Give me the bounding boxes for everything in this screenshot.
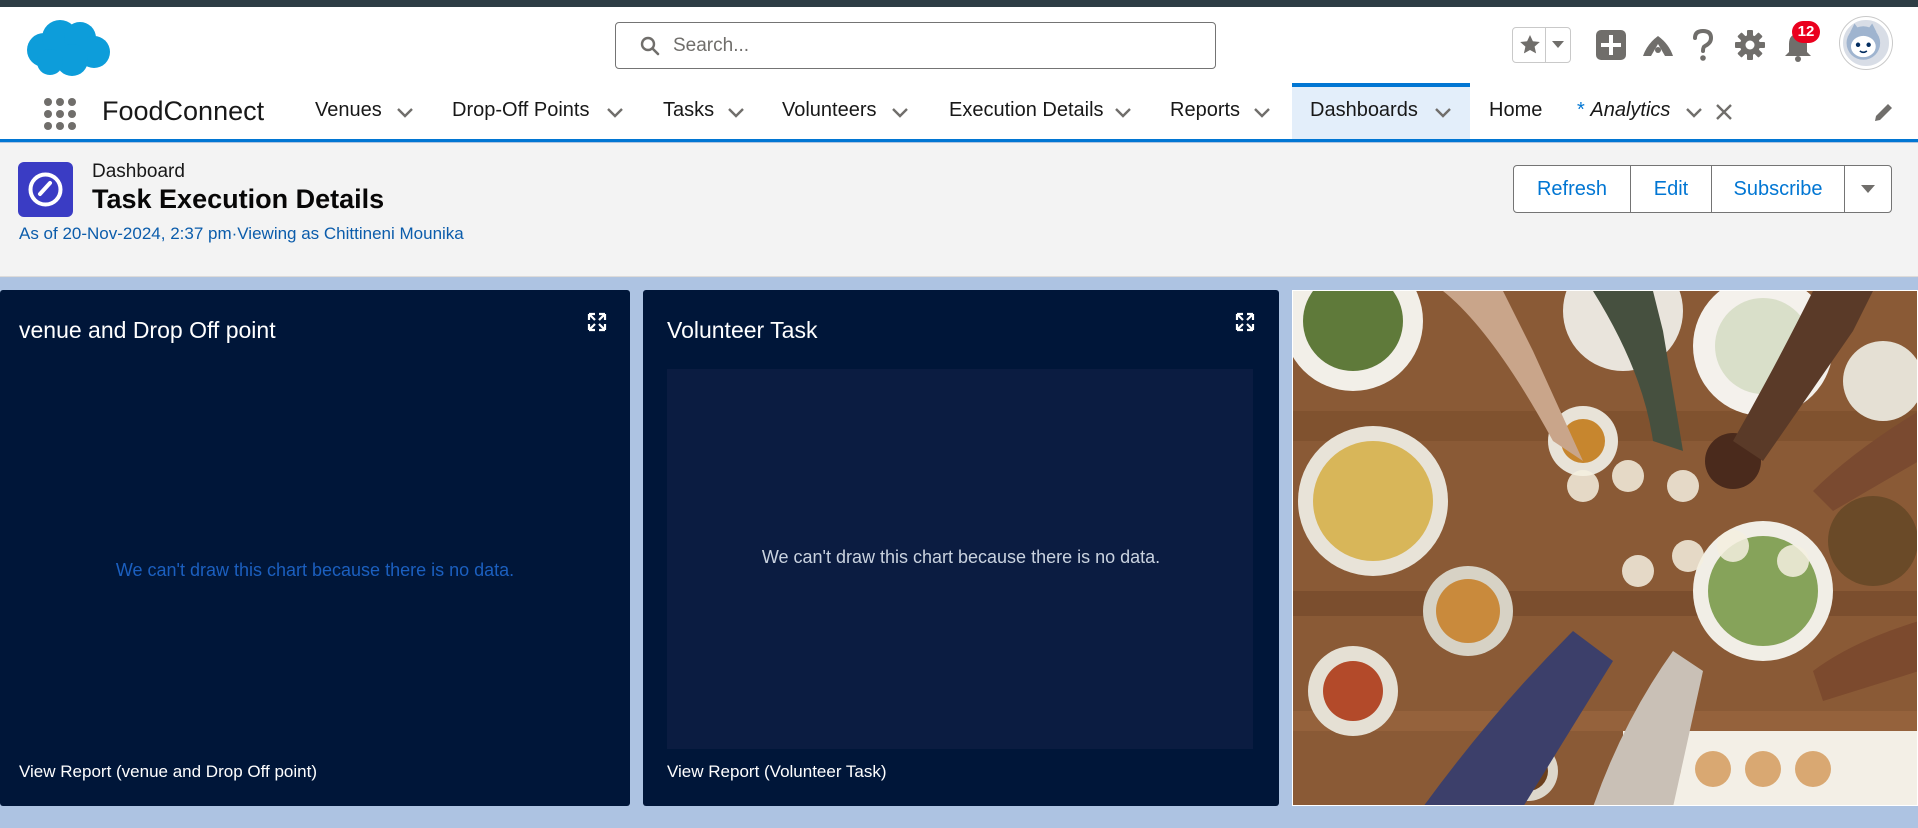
edit-nav-pencil-icon[interactable]: [1872, 100, 1896, 124]
nav-tab-analytics[interactable]: * Analytics: [1570, 83, 1750, 139]
expand-icon[interactable]: [1235, 312, 1255, 332]
nav-tab-tasks[interactable]: Tasks: [648, 83, 758, 139]
nav-tab-execution-details[interactable]: Execution Details: [934, 83, 1140, 139]
dashboard-record-icon: [18, 162, 73, 217]
food-table-illustration: [1293, 291, 1917, 805]
nav-tab-reports[interactable]: Reports: [1155, 83, 1282, 139]
chevron-down-icon[interactable]: [604, 101, 626, 123]
chevron-down-icon[interactable]: [394, 101, 416, 123]
view-report-link[interactable]: View Report (Volunteer Task): [667, 762, 887, 782]
view-report-link[interactable]: View Report (venue and Drop Off point): [19, 762, 317, 782]
nav-tab-label-wrap: * Analytics: [1577, 99, 1670, 122]
dashboard-canvas: venue and Drop Off point We can't draw t…: [0, 278, 1918, 828]
chevron-down-icon[interactable]: [1432, 101, 1454, 123]
food-table-image: [1292, 290, 1918, 806]
dashboard-meta: As of 20-Nov-2024, 2:37 pm·Viewing as Ch…: [19, 224, 464, 243]
favorites-dropdown-icon[interactable]: [1551, 40, 1565, 50]
app-navigation-bar: FoodConnect Venues Drop-Off Points Tasks…: [0, 83, 1918, 142]
nav-tab-home[interactable]: Home: [1475, 83, 1560, 139]
record-type-label: Dashboard: [92, 161, 185, 182]
nav-tab-venues[interactable]: Venues: [300, 83, 430, 139]
nav-tab-label: Home: [1489, 99, 1543, 121]
refresh-button[interactable]: Refresh: [1513, 165, 1631, 213]
nav-tab-dashboards[interactable]: Dashboards: [1292, 83, 1470, 139]
nav-tab-label: Venues: [315, 99, 382, 121]
favorites-group: [1512, 27, 1571, 63]
nav-tab-label: Analytics: [1590, 99, 1671, 121]
page-title: Task Execution Details: [92, 184, 385, 214]
nav-tab-label: Execution Details: [949, 99, 1104, 121]
help-icon[interactable]: [1690, 28, 1716, 62]
no-data-message: We can't draw this chart because there i…: [761, 547, 1161, 567]
nav-tab-label: Tasks: [663, 99, 715, 121]
chevron-down-icon[interactable]: [1683, 101, 1705, 123]
global-search[interactable]: [615, 22, 1216, 69]
dashboard-widget: venue and Drop Off point We can't draw t…: [0, 290, 630, 806]
gauge-icon: [28, 172, 63, 207]
nav-tab-label: Reports: [1170, 99, 1241, 121]
dashboard-actions: Refresh Edit Subscribe: [1513, 165, 1892, 213]
more-actions-button[interactable]: [1844, 165, 1892, 213]
astro-avatar-icon: [1846, 23, 1881, 60]
global-actions-icon[interactable]: [1595, 29, 1627, 61]
app-name: FoodConnect: [102, 96, 265, 126]
widget-title: venue and Drop Off point: [19, 317, 276, 343]
salesforce-logo[interactable]: [22, 16, 112, 80]
global-header: 12: [0, 7, 1918, 83]
search-icon: [640, 36, 660, 56]
chevron-down-icon[interactable]: [1251, 101, 1273, 123]
chevron-down-icon: [1861, 185, 1875, 193]
edit-button[interactable]: Edit: [1630, 165, 1712, 213]
nav-tab-label: Drop-Off Points: [452, 99, 590, 121]
search-input[interactable]: [673, 31, 1193, 60]
app-launcher-icon[interactable]: [42, 96, 78, 132]
nav-tab-label: Volunteers: [782, 99, 877, 121]
chevron-down-icon[interactable]: [725, 101, 747, 123]
unsaved-indicator: *: [1577, 99, 1585, 121]
favorites-divider: [1545, 28, 1546, 62]
notification-count-badge: 12: [1792, 21, 1820, 43]
setup-gear-icon[interactable]: [1735, 30, 1765, 60]
user-avatar[interactable]: [1840, 17, 1892, 69]
window-top-strip: [0, 0, 1918, 7]
star-icon[interactable]: [1518, 33, 1542, 57]
nav-tab-volunteers[interactable]: Volunteers: [767, 83, 927, 139]
nav-tab-label: Dashboards: [1310, 99, 1418, 121]
chevron-down-icon[interactable]: [1112, 101, 1134, 123]
chevron-down-icon[interactable]: [889, 101, 911, 123]
subscribe-button[interactable]: Subscribe: [1711, 165, 1845, 213]
trailhead-icon[interactable]: [1641, 30, 1675, 60]
expand-icon[interactable]: [587, 312, 607, 332]
widget-title: Volunteer Task: [667, 317, 818, 343]
nav-tab-drop-off-points[interactable]: Drop-Off Points: [437, 83, 633, 139]
dashboard-header: Dashboard Task Execution Details As of 2…: [0, 143, 1918, 277]
no-data-message: We can't draw this chart because there i…: [115, 560, 515, 580]
close-icon[interactable]: [1713, 101, 1735, 123]
dashboard-widget: Volunteer Task We can't draw this chart …: [643, 290, 1279, 806]
